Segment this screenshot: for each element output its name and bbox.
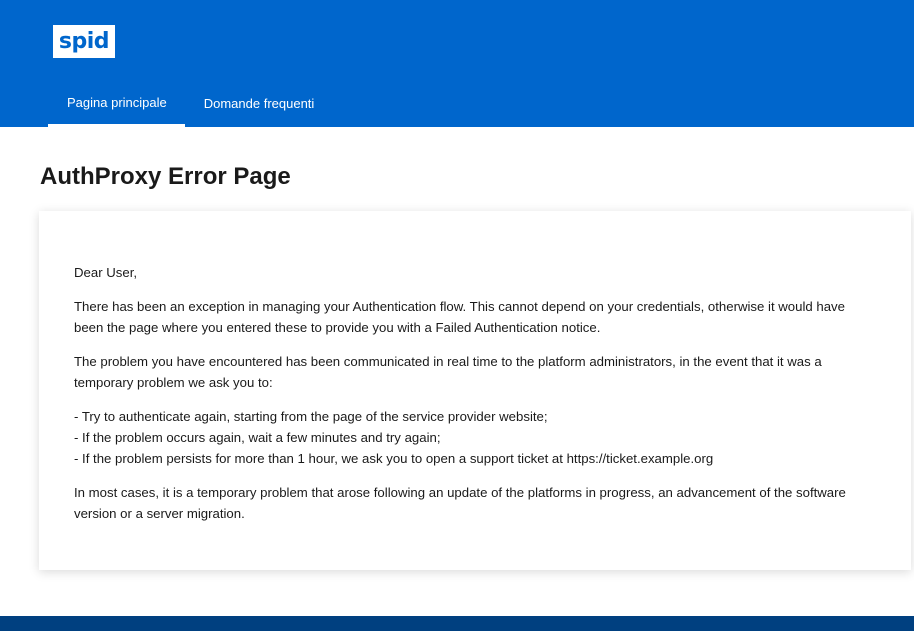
logo-text: spid (58, 28, 110, 54)
nav-item-pagina-principale[interactable]: Pagina principale (48, 81, 185, 127)
header: spid Pagina principale Domande frequenti (0, 0, 914, 127)
page-title: AuthProxy Error Page (40, 163, 291, 190)
main-nav: Pagina principale Domande frequenti (48, 81, 332, 127)
instruction-list: - Try to authenticate again, starting fr… (74, 406, 876, 469)
list-item: - Try to authenticate again, starting fr… (74, 409, 548, 424)
error-paragraph-1: There has been an exception in managing … (74, 299, 845, 335)
greeting: Dear User, (74, 265, 138, 280)
error-card: Dear User, There has been an exception i… (39, 211, 911, 570)
nav-item-domande-frequenti[interactable]: Domande frequenti (185, 81, 333, 127)
spid-logo[interactable]: spid (53, 25, 115, 58)
error-paragraph-2: The problem you have encountered has bee… (74, 354, 822, 390)
error-paragraph-3: In most cases, it is a temporary problem… (74, 485, 846, 521)
list-item: - If the problem occurs again, wait a fe… (74, 430, 441, 445)
list-item: - If the problem persists for more than … (74, 451, 714, 466)
footer (0, 616, 914, 631)
